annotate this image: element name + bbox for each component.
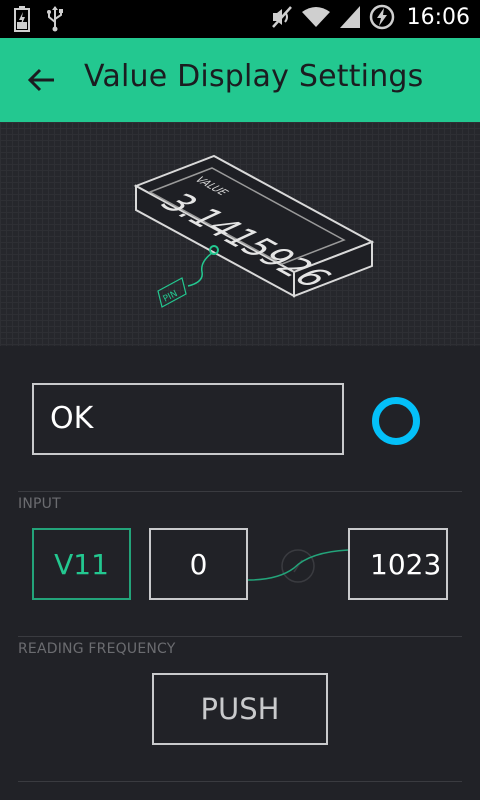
widget-name-input[interactable]: OK: [32, 383, 344, 455]
status-time: 16:06: [406, 4, 470, 30]
reading-frequency-selector[interactable]: PUSH: [152, 673, 328, 745]
page-title: Value Display Settings: [84, 59, 424, 94]
divider: [18, 781, 462, 782]
frequency-section-label: READING FREQUENCY: [18, 641, 176, 657]
mute-icon: [271, 6, 292, 28]
battery-charging-icon: [14, 6, 30, 32]
app-bar: Value Display Settings: [0, 38, 480, 122]
range-connector: [248, 549, 348, 583]
pin-selector[interactable]: V11: [32, 528, 131, 600]
signal-icon: [339, 6, 360, 28]
back-button[interactable]: [24, 62, 60, 98]
widget-illustration: VALUE 3.1415926 PIN: [0, 122, 480, 346]
divider: [18, 491, 462, 492]
pin-label: PIN: [162, 289, 180, 305]
max-value-input[interactable]: 1023: [348, 528, 448, 600]
usb-icon: [47, 6, 63, 32]
min-value-input[interactable]: 0: [149, 528, 248, 600]
input-section-label: INPUT: [18, 496, 61, 512]
power-saving-icon: [369, 4, 394, 30]
status-right: 16:06: [271, 4, 470, 30]
status-bar: 16:06: [0, 0, 480, 38]
value-display-illustration: VALUE 3.1415926 PIN: [133, 154, 375, 308]
wifi-icon: [301, 7, 330, 27]
divider: [18, 636, 462, 637]
color-picker-button[interactable]: [372, 397, 420, 445]
arrow-left-icon: [27, 68, 54, 92]
status-left: [14, 6, 64, 32]
